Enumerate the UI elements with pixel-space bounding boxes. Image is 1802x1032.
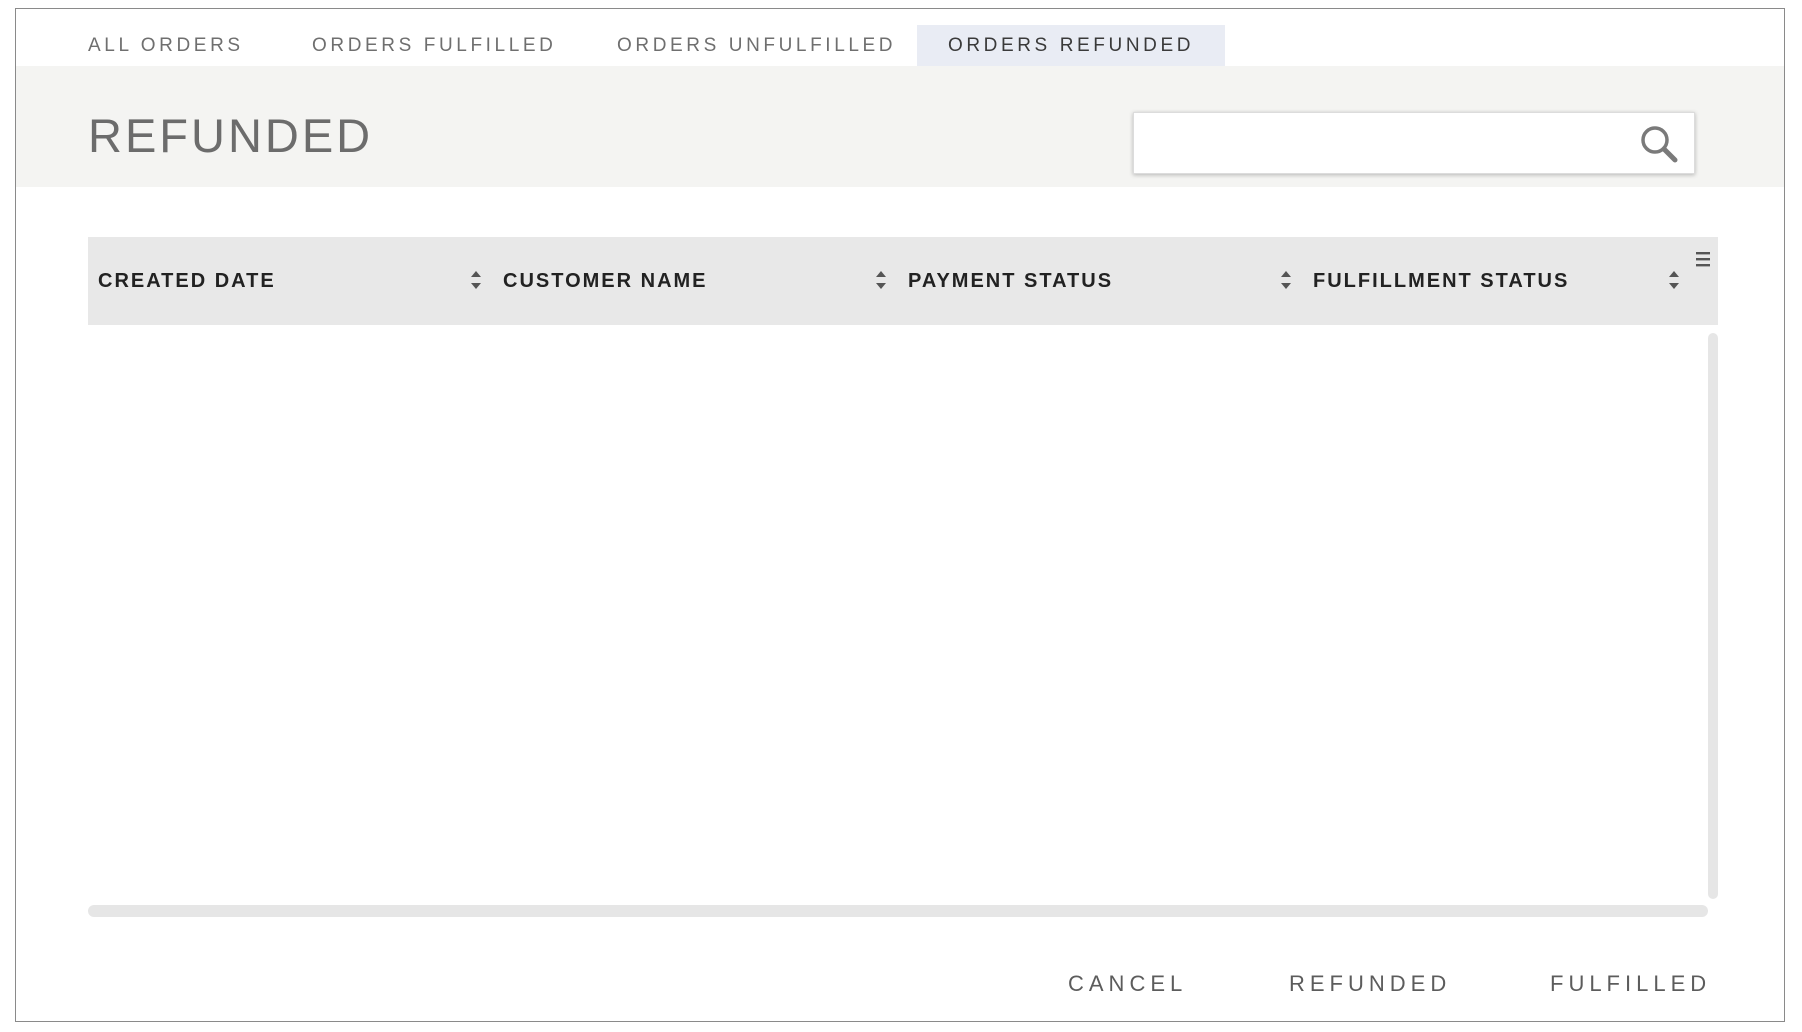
column-header-customer-name[interactable]: CUSTOMER NAME <box>503 237 708 325</box>
refunded-button[interactable]: REFUNDED <box>1289 964 1451 1004</box>
page-header: REFUNDED <box>16 66 1784 187</box>
table-header: CREATED DATE CUSTOMER NAME PAYMENT STATU… <box>88 237 1718 325</box>
column-header-payment-status[interactable]: PAYMENT STATUS <box>908 237 1113 325</box>
sort-icon[interactable] <box>873 268 889 292</box>
column-header-created-date[interactable]: CREATED DATE <box>98 237 276 325</box>
page-title: REFUNDED <box>88 109 374 162</box>
column-menu-icon[interactable] <box>1694 249 1712 269</box>
cancel-button[interactable]: CANCEL <box>1068 964 1187 1004</box>
sort-icon[interactable] <box>1278 268 1294 292</box>
sort-icon[interactable] <box>468 268 484 292</box>
search-input[interactable] <box>1134 113 1624 173</box>
sort-icon[interactable] <box>1666 268 1682 292</box>
tab-orders-refunded[interactable]: ORDERS REFUNDED <box>917 25 1225 66</box>
fulfilled-button[interactable]: FULFILLED <box>1550 964 1711 1004</box>
search-box <box>1133 112 1695 174</box>
vertical-scrollbar[interactable] <box>1708 333 1718 899</box>
search-icon[interactable] <box>1638 123 1680 165</box>
orders-table: CREATED DATE CUSTOMER NAME PAYMENT STATU… <box>88 237 1718 917</box>
table-body <box>88 325 1708 895</box>
order-tabs: ALL ORDERS ORDERS FULFILLED ORDERS UNFUL… <box>16 25 1784 66</box>
tab-all-orders[interactable]: ALL ORDERS <box>88 25 244 66</box>
horizontal-scrollbar[interactable] <box>88 905 1708 917</box>
tab-orders-unfulfilled[interactable]: ORDERS UNFULFILLED <box>617 25 896 66</box>
tab-orders-fulfilled[interactable]: ORDERS FULFILLED <box>312 25 556 66</box>
column-header-fulfillment-status[interactable]: FULFILLMENT STATUS <box>1313 237 1569 325</box>
orders-window: ALL ORDERS ORDERS FULFILLED ORDERS UNFUL… <box>15 8 1785 1022</box>
